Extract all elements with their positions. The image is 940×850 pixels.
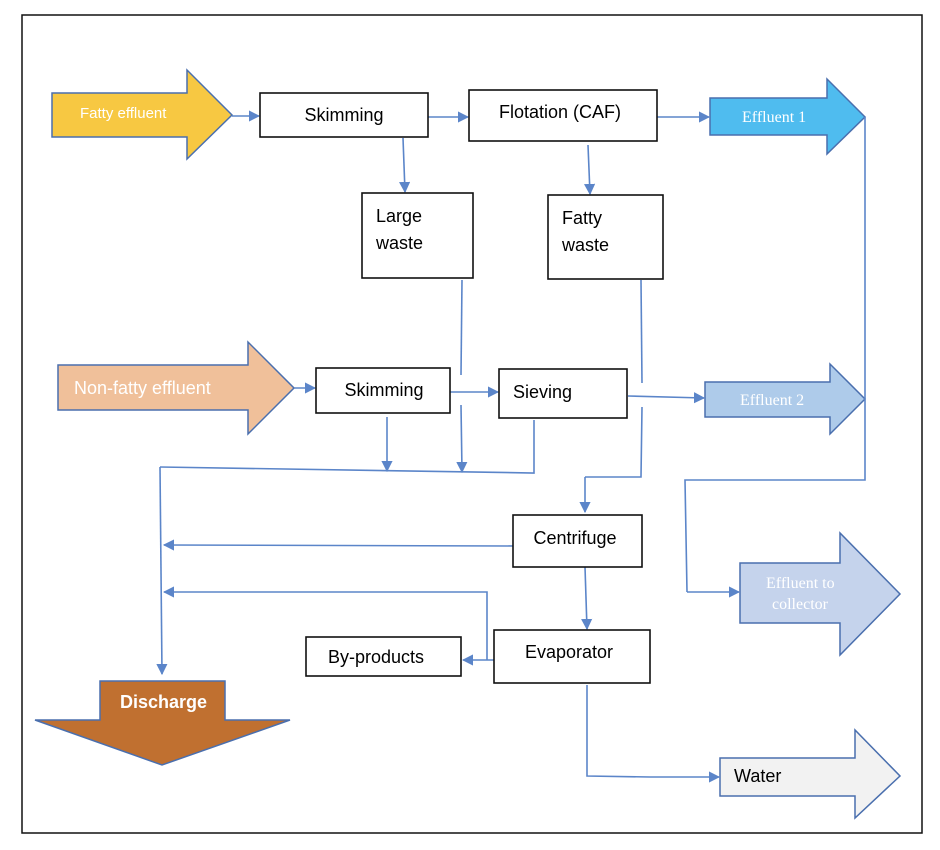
flotation-box: Flotation (CAF) bbox=[468, 89, 658, 142]
evaporator-label: Evaporator bbox=[525, 642, 613, 662]
process-flow-diagram: Fatty effluent Non-fatty effluent Efflue… bbox=[21, 14, 923, 834]
non-fatty-effluent-label: Non-fatty effluent bbox=[74, 378, 211, 398]
skimming-1-box: Skimming bbox=[259, 92, 429, 138]
skimming-2-label: Skimming bbox=[344, 380, 423, 400]
large-waste-label-1: Large bbox=[376, 206, 422, 226]
evaporator-box: Evaporator bbox=[493, 629, 651, 684]
centrifuge-box: Centrifuge bbox=[512, 514, 643, 568]
effluent-1-label: Effluent 1 bbox=[742, 109, 806, 126]
fatty-waste-label-2: waste bbox=[561, 235, 609, 255]
sieving-box: Sieving bbox=[498, 368, 628, 419]
discharge-label: Discharge bbox=[120, 692, 207, 712]
effluent-to-collector-arrow bbox=[739, 531, 902, 657]
by-products-label: By-products bbox=[328, 647, 424, 667]
fatty-waste-label-1: Fatty bbox=[562, 208, 602, 228]
effluent-to-collector-label-1: Effluent to bbox=[766, 575, 835, 592]
effluent-2-label: Effluent 2 bbox=[740, 392, 804, 409]
sieving-label: Sieving bbox=[513, 382, 572, 402]
by-products-box: By-products bbox=[305, 636, 462, 677]
flotation-label: Flotation (CAF) bbox=[499, 102, 621, 122]
large-waste-box: Large waste bbox=[361, 192, 474, 279]
skimming-1-label: Skimming bbox=[304, 105, 383, 125]
large-waste-label-2: waste bbox=[375, 233, 423, 253]
skimming-2-box: Skimming bbox=[315, 367, 451, 414]
fatty-waste-box: Fatty waste bbox=[547, 194, 664, 280]
effluent-to-collector-label-2: collector bbox=[772, 596, 829, 613]
fatty-effluent-label: Fatty effluent bbox=[80, 105, 167, 122]
water-label: Water bbox=[734, 766, 781, 786]
centrifuge-label: Centrifuge bbox=[533, 528, 616, 548]
